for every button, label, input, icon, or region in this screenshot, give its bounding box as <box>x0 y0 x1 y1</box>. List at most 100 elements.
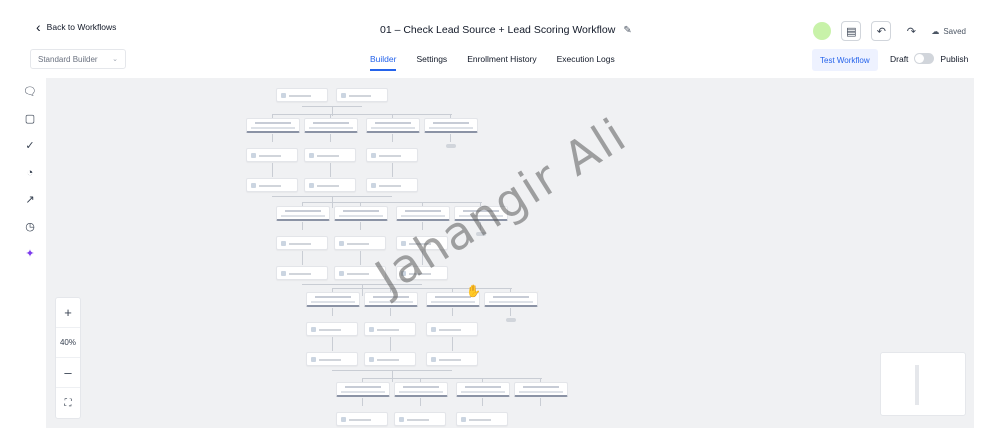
publish-toggle[interactable] <box>914 53 935 64</box>
builder-mode-select[interactable]: Standard Builder ⌄ <box>30 49 126 69</box>
connector-line <box>392 163 393 177</box>
connector-line <box>362 284 363 296</box>
action-node[interactable] <box>304 148 356 162</box>
action-node[interactable] <box>304 178 356 192</box>
pencil-icon[interactable]: ✎ <box>623 25 631 36</box>
end-marker <box>506 318 516 322</box>
condition-node[interactable] <box>304 118 358 133</box>
condition-node[interactable] <box>364 292 418 307</box>
chevron-down-icon: ⌄ <box>112 56 118 63</box>
undo-icon[interactable]: ↶ <box>871 21 892 41</box>
condition-node[interactable] <box>484 292 538 307</box>
condition-node[interactable] <box>454 206 508 221</box>
document-icon[interactable]: ▤ <box>841 21 862 41</box>
connector-line <box>362 398 363 406</box>
file-icon[interactable]: ▢ <box>18 105 42 132</box>
tab-settings[interactable]: Settings <box>416 54 447 71</box>
tab-enrollment-history[interactable]: Enrollment History <box>467 54 536 71</box>
sparkle-icon[interactable]: ✦ <box>18 240 42 267</box>
redo-icon[interactable]: ↷ <box>901 21 921 41</box>
action-node[interactable] <box>364 352 416 366</box>
workflow-canvas[interactable]: Jahangir Ali ✋ <box>46 78 974 428</box>
action-node[interactable] <box>456 412 508 426</box>
history-icon[interactable]: ◷ <box>18 213 42 240</box>
end-marker <box>446 144 456 148</box>
connector-line <box>422 222 423 230</box>
condition-node[interactable] <box>306 292 360 307</box>
comment-icon[interactable]: 🗨 <box>18 78 42 105</box>
connector-line <box>390 337 391 351</box>
action-node[interactable] <box>246 148 298 162</box>
publish-toggle-group: Draft Publish <box>890 53 968 64</box>
pie-chart-icon[interactable]: ◔ <box>18 159 42 186</box>
action-node[interactable] <box>246 178 298 192</box>
action-node[interactable] <box>396 236 448 250</box>
back-to-workflows-link[interactable]: ‹ Back to Workflows <box>36 19 117 35</box>
tab-execution-logs[interactable]: Execution Logs <box>557 54 615 71</box>
action-node[interactable] <box>334 266 386 280</box>
minimap[interactable] <box>880 352 966 416</box>
action-node[interactable] <box>306 322 358 336</box>
branch-connector <box>332 288 512 289</box>
action-node[interactable] <box>426 352 478 366</box>
action-node[interactable] <box>364 322 416 336</box>
action-node[interactable] <box>276 236 328 250</box>
condition-node[interactable] <box>276 206 330 221</box>
publish-label: Publish <box>940 53 969 64</box>
condition-node[interactable] <box>514 382 568 397</box>
avatar[interactable] <box>813 22 832 40</box>
tab-builder[interactable]: Builder <box>370 54 397 71</box>
left-rail: 🗨 ▢ ✓ ◔ ↗ ◷ ✦ <box>18 78 42 267</box>
chevron-left-icon: ‹ <box>36 19 41 35</box>
connector-line <box>360 251 361 265</box>
connector-line <box>330 134 331 142</box>
action-node[interactable] <box>426 322 478 336</box>
tab-bar: Builder Settings Enrollment History Exec… <box>370 54 615 71</box>
zoom-controls: + 40% – ⛶ <box>55 297 81 419</box>
connector-line <box>332 308 333 316</box>
connector-line <box>422 251 423 265</box>
condition-node[interactable] <box>334 206 388 221</box>
fit-view-icon[interactable]: ⛶ <box>56 388 80 418</box>
connector-line <box>272 134 273 142</box>
action-node[interactable] <box>366 148 418 162</box>
connector-line <box>392 134 393 142</box>
back-label: Back to Workflows <box>46 22 117 32</box>
condition-node[interactable] <box>396 206 450 221</box>
connector-line <box>482 398 483 406</box>
sub-toolbar: Standard Builder ⌄ Builder Settings Enro… <box>0 44 1000 76</box>
action-node[interactable] <box>306 352 358 366</box>
top-actions: ▤ ↶ ↷ ☁ Saved <box>813 21 966 41</box>
condition-node[interactable] <box>456 382 510 397</box>
connector-line <box>330 163 331 177</box>
action-node[interactable] <box>336 412 388 426</box>
connector-line <box>540 398 541 406</box>
action-node[interactable] <box>276 88 328 102</box>
condition-node[interactable] <box>336 382 390 397</box>
test-workflow-button[interactable]: Test Workflow <box>812 49 878 71</box>
connector-line <box>302 251 303 265</box>
external-link-icon[interactable]: ↗ <box>18 186 42 213</box>
action-node[interactable] <box>276 266 328 280</box>
condition-node[interactable] <box>366 118 420 133</box>
connector-line <box>450 134 451 142</box>
cloud-icon: ☁ <box>931 26 940 36</box>
connector-line <box>390 308 391 316</box>
connector-line <box>332 337 333 351</box>
branch-connector <box>302 202 482 203</box>
action-node[interactable] <box>396 266 448 280</box>
condition-node[interactable] <box>394 382 448 397</box>
action-node[interactable] <box>394 412 446 426</box>
connector-line <box>272 163 273 177</box>
connector-line <box>360 222 361 230</box>
zoom-out-button[interactable]: – <box>56 358 80 388</box>
workflow-title: 01 – Check Lead Source + Lead Scoring Wo… <box>380 24 632 36</box>
check-circle-icon[interactable]: ✓ <box>18 132 42 159</box>
action-node[interactable] <box>366 178 418 192</box>
action-node[interactable] <box>334 236 386 250</box>
zoom-in-button[interactable]: + <box>56 298 80 328</box>
connector-line <box>452 308 453 316</box>
condition-node[interactable] <box>424 118 478 133</box>
action-node[interactable] <box>336 88 388 102</box>
condition-node[interactable] <box>246 118 300 133</box>
